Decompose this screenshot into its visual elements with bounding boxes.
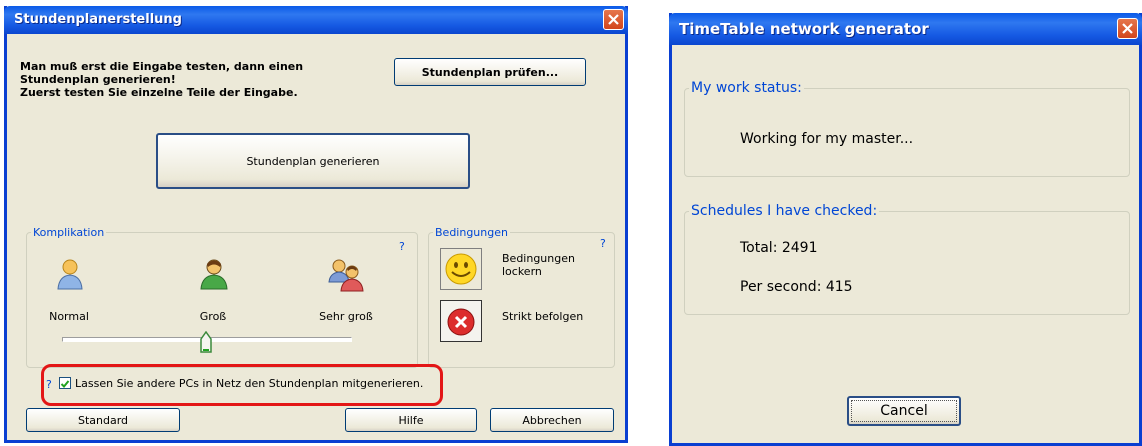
complication-slider-thumb[interactable] [200, 331, 212, 353]
smiley-icon [445, 253, 477, 285]
level-normal-label: Normal [49, 310, 89, 323]
cancel-button[interactable]: Cancel [847, 396, 961, 426]
complication-legend: Komplikation [33, 226, 105, 239]
network-checkbox[interactable] [59, 377, 71, 389]
close-icon [1122, 23, 1133, 34]
help-button[interactable]: Hilfe [345, 408, 477, 432]
conditions-help-icon[interactable]: ? [600, 237, 606, 250]
green-person-icon[interactable] [194, 258, 234, 293]
generate-schedule-button[interactable]: Stundenplan generieren [156, 133, 470, 189]
status-group: My work status: [684, 80, 1130, 177]
title-bar: TimeTable network generator [669, 13, 1142, 45]
status-legend: My work status: [691, 80, 802, 96]
status-text: Working for my master... [740, 131, 914, 147]
strict-follow-button[interactable] [440, 300, 482, 342]
total-text: Total: 2491 [740, 240, 818, 256]
network-help-icon[interactable]: ? [46, 378, 52, 391]
close-button[interactable] [1117, 18, 1138, 39]
per-second-text: Per second: 415 [740, 279, 853, 295]
check-schedule-button[interactable]: Stundenplan prüfen... [394, 58, 586, 86]
single-person-icon[interactable] [50, 258, 90, 293]
close-icon [608, 14, 619, 25]
complication-help-icon[interactable]: ? [399, 240, 405, 253]
schedules-legend: Schedules I have checked: [691, 203, 878, 219]
level-gross-label: Groß [199, 310, 227, 323]
level-sehr-gross-label: Sehr groß [319, 310, 373, 323]
group-persons-icon[interactable] [326, 258, 366, 295]
intro-line: Stundenplan generieren! [20, 73, 176, 86]
checkmark-icon [60, 380, 70, 388]
window-title: TimeTable network generator [679, 20, 929, 38]
window-title: Stundenplanerstellung [14, 12, 182, 27]
conditions-legend: Bedingungen [435, 226, 508, 239]
complication-group: Komplikation [26, 226, 418, 368]
relax-conditions-button[interactable] [440, 248, 482, 290]
relax-line: Bedingungen [502, 252, 575, 265]
intro-line: Zuerst testen Sie einzelne Teile der Ein… [20, 86, 298, 99]
error-icon [447, 308, 475, 336]
cancel-button[interactable]: Abbrechen [490, 408, 614, 432]
relax-line: lockern [502, 265, 542, 278]
standard-button[interactable]: Standard [26, 408, 180, 432]
intro-line: Man muß erst die Eingabe testen, dann ei… [20, 60, 304, 73]
intro-text: Man muß erst die Eingabe testen, dann ei… [20, 60, 380, 99]
schedules-group: Schedules I have checked: [684, 203, 1130, 315]
strict-follow-label: Strikt befolgen [502, 310, 584, 323]
title-bar: Stundenplanerstellung [4, 6, 628, 34]
relax-conditions-label: Bedingungen lockern [502, 252, 575, 278]
close-button[interactable] [603, 9, 624, 30]
network-checkbox-label: Lassen Sie andere PCs in Netz den Stunde… [75, 377, 424, 390]
